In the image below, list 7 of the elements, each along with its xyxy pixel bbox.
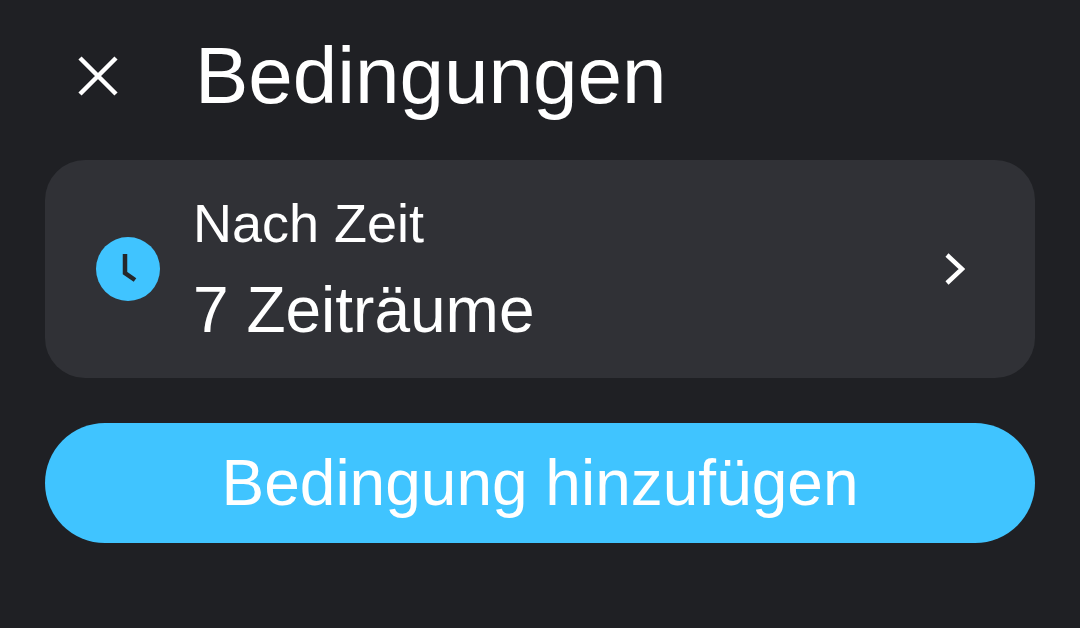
- close-button[interactable]: [78, 56, 118, 96]
- condition-summary: 7 Zeiträume: [193, 275, 535, 345]
- condition-card[interactable]: Nach Zeit 7 Zeiträume: [45, 160, 1035, 378]
- close-icon: [78, 56, 118, 96]
- chevron-right-icon: [945, 253, 965, 285]
- condition-title: Nach Zeit: [193, 193, 425, 253]
- clock-icon: [96, 237, 160, 301]
